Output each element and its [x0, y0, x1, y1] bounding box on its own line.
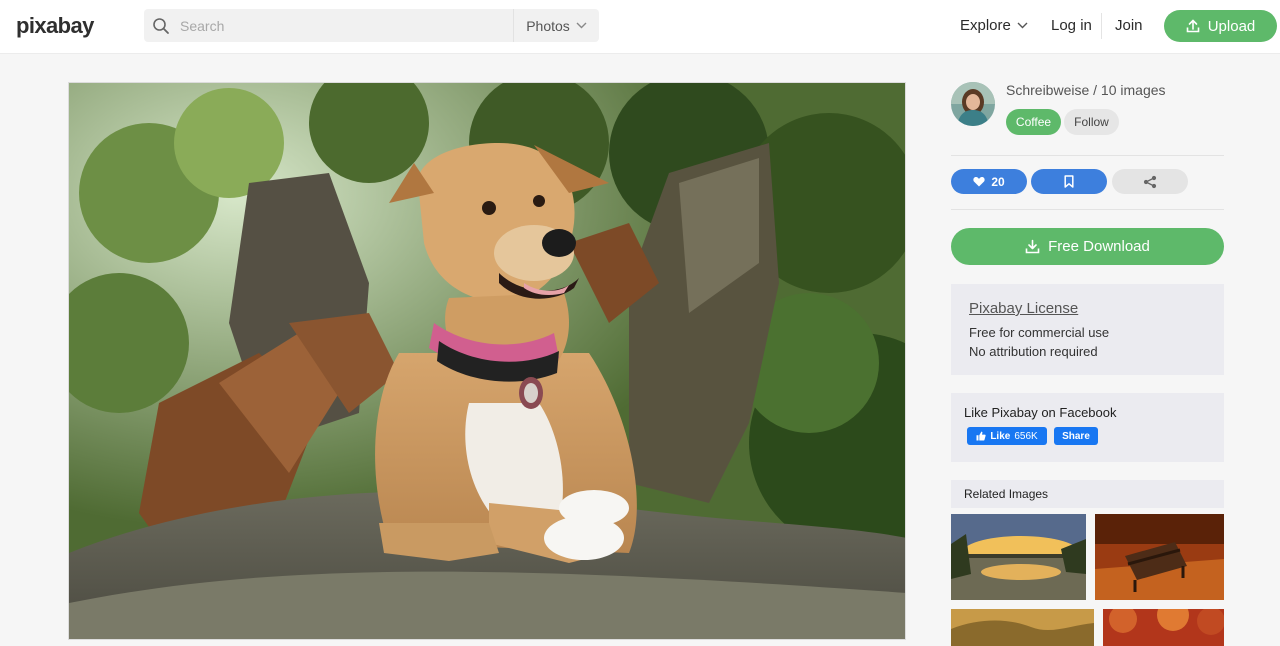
facebook-like-button[interactable]: Like 656K: [967, 427, 1047, 445]
explore-menu[interactable]: Explore: [960, 17, 1028, 34]
upload-button[interactable]: Upload: [1164, 10, 1277, 42]
bookmark-icon: [1064, 175, 1074, 188]
coffee-button[interactable]: Coffee: [1006, 109, 1061, 135]
upload-label: Upload: [1207, 17, 1256, 35]
top-bar: pixabay Photos Explore Log in Join Uploa…: [0, 0, 1280, 54]
main-photo[interactable]: [68, 82, 906, 640]
heart-icon: [973, 177, 985, 187]
autumn-bench-image-icon: [1095, 514, 1224, 600]
related-thumbnail[interactable]: [1095, 514, 1224, 600]
chevron-down-icon: [1017, 22, 1028, 29]
license-text: No attribution required: [969, 344, 1098, 359]
author-block: Schreibweise / 10 images Coffee Follow: [951, 82, 1224, 152]
pixabay-logo[interactable]: pixabay: [16, 12, 94, 40]
autumn-forest-image-icon: [1103, 609, 1224, 646]
related-thumbnail[interactable]: [951, 609, 1094, 646]
divider: [951, 209, 1224, 210]
follow-button[interactable]: Follow: [1064, 109, 1119, 135]
upload-icon: [1186, 19, 1200, 33]
join-link[interactable]: Join: [1115, 17, 1143, 34]
facebook-like-count: 656K: [1014, 430, 1038, 442]
facebook-share-button[interactable]: Share: [1054, 427, 1098, 445]
download-icon: [1025, 239, 1040, 254]
like-count: 20: [991, 174, 1005, 189]
lake-sunset-image-icon: [951, 514, 1086, 600]
chevron-down-icon: [576, 22, 587, 29]
divider: [951, 155, 1224, 156]
like-button[interactable]: 20: [951, 169, 1027, 194]
license-text: Free for commercial use: [969, 325, 1110, 340]
license-panel: Pixabay License Free for commercial use …: [951, 284, 1224, 375]
related-images-header: Related Images: [951, 480, 1224, 508]
bookmark-button[interactable]: [1031, 169, 1107, 194]
share-button[interactable]: [1112, 169, 1188, 194]
search-type-dropdown[interactable]: Photos: [514, 9, 599, 42]
misty-hills-image-icon: [951, 609, 1094, 646]
avatar-image-icon: [951, 82, 995, 126]
search-type-label: Photos: [526, 17, 570, 34]
author-avatar[interactable]: [951, 82, 995, 126]
free-download-button[interactable]: Free Download: [951, 228, 1224, 265]
author-name[interactable]: Schreibweise / 10 images: [1006, 82, 1166, 98]
search-icon[interactable]: [152, 17, 170, 35]
search-bar: Photos: [144, 9, 650, 42]
facebook-title: Like Pixabay on Facebook: [964, 405, 1117, 420]
related-thumbnail[interactable]: [1103, 609, 1224, 646]
license-link[interactable]: Pixabay License: [969, 300, 1078, 317]
related-images-title: Related Images: [964, 487, 1049, 501]
related-thumbnail[interactable]: [951, 514, 1086, 600]
dog-photo-icon: [69, 83, 905, 639]
login-link[interactable]: Log in: [1051, 17, 1092, 34]
explore-label: Explore: [960, 17, 1011, 34]
facebook-panel: Like Pixabay on Facebook Like 656K Share: [951, 393, 1224, 462]
download-label: Free Download: [1048, 238, 1150, 255]
facebook-like-label: Like: [990, 430, 1011, 442]
thumbs-up-icon: [976, 431, 986, 441]
share-icon: [1143, 175, 1157, 188]
nav-divider: [1101, 13, 1102, 39]
